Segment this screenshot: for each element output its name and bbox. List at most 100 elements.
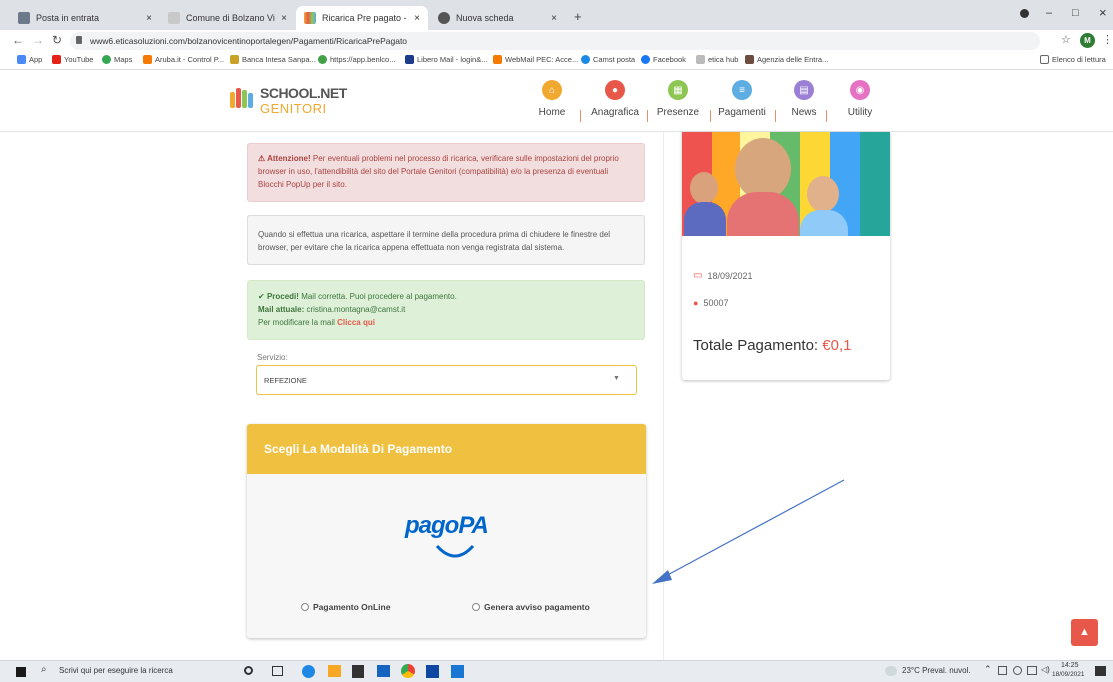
app-icon[interactable]: [426, 665, 439, 678]
logo-title[interactable]: SCHOOL.NET: [260, 85, 347, 101]
tab-label: Posta in entrata: [36, 13, 100, 23]
new-tab-button[interactable]: +: [574, 9, 582, 24]
nav-utility[interactable]: ◉ Utility: [827, 80, 893, 118]
payment-method-card: Scegli La Modalità Di Pagamento pagoPA P…: [247, 424, 646, 638]
outlook-icon[interactable]: [451, 665, 464, 678]
nav-home[interactable]: ⌂ Home: [519, 80, 585, 118]
total-payment: Totale Pagamento: €0,1: [693, 337, 852, 354]
menu-icon[interactable]: ⋮: [1102, 33, 1113, 46]
modify-mail-link[interactable]: Clicca qui: [337, 318, 375, 327]
maps-icon: [102, 55, 111, 64]
volume-icon[interactable]: ◁): [1041, 665, 1050, 674]
task-view-icon[interactable]: [272, 666, 283, 676]
scroll-top-button[interactable]: ▲: [1071, 619, 1098, 646]
home-icon: ⌂: [542, 80, 562, 100]
address-bar-row: ← → ↻ www6.eticasoluzioni.com/bolzanovic…: [0, 30, 1113, 52]
tab-comune[interactable]: Comune di Bolzano Vicentino - … ×: [160, 6, 295, 30]
close-tab-icon[interactable]: ×: [281, 13, 287, 24]
tab-nuova-scheda[interactable]: Nuova scheda ×: [430, 6, 565, 30]
bank-icon: [230, 55, 239, 64]
page-icon: [696, 55, 705, 64]
chrome-icon[interactable]: [401, 664, 415, 678]
close-window-button[interactable]: ×: [1099, 5, 1107, 20]
onedrive-icon[interactable]: [1013, 666, 1022, 675]
user-icon: ●: [605, 80, 625, 100]
warning-alert: ⚠ Attenzione! Per eventuali problemi nel…: [247, 143, 645, 202]
aruba-icon: [143, 55, 152, 64]
tab-ricarica[interactable]: Ricarica Pre pagato - BOLZANO ×: [296, 6, 428, 30]
cortana-icon[interactable]: [244, 666, 253, 675]
bookmark-benlco[interactable]: https://app.benlco...: [318, 55, 395, 64]
reading-list[interactable]: Elenco di lettura: [1040, 55, 1106, 64]
file-explorer-icon[interactable]: [328, 665, 341, 677]
payment-card-title: Scegli La Modalità Di Pagamento: [264, 442, 453, 456]
nav-presenze[interactable]: ▦ Presenze: [645, 80, 711, 118]
bookmark-facebook[interactable]: Facebook: [641, 55, 686, 64]
eye-icon: ◉: [850, 80, 870, 100]
maximize-button[interactable]: □: [1072, 7, 1079, 19]
info-alert: Quando si effettua una ricarica, aspetta…: [247, 215, 645, 265]
windows-start-icon[interactable]: [16, 667, 26, 677]
check-icon: ✔: [258, 292, 267, 301]
payment-icon: ≡: [732, 80, 752, 100]
radio-online[interactable]: [301, 603, 309, 611]
tab-posta[interactable]: Posta in entrata ×: [10, 6, 160, 30]
summary-date: ▭ 18/09/2021: [693, 270, 753, 281]
bookmark-app[interactable]: App: [17, 55, 42, 64]
clock-time[interactable]: 14:25: [1061, 662, 1079, 669]
close-tab-icon[interactable]: ×: [551, 13, 557, 24]
option-pagamento-online[interactable]: Pagamento OnLine: [301, 602, 390, 612]
warning-icon: ⚠: [258, 154, 268, 163]
tray-icon[interactable]: [998, 666, 1007, 675]
profile-avatar[interactable]: M: [1080, 33, 1095, 48]
weather-text[interactable]: 23°C Preval. nuvol.: [902, 666, 971, 675]
agenzia-icon: [745, 55, 754, 64]
children-photo: [682, 132, 890, 236]
record-icon: [1020, 9, 1029, 18]
bookmarks-bar: App YouTube Maps Aruba.it - Control P...…: [0, 52, 1113, 70]
nav-pagamenti[interactable]: ≡ Pagamenti: [709, 80, 775, 118]
tray-chevron-icon[interactable]: ⌃: [984, 664, 992, 675]
clock-date[interactable]: 18/09/2021: [1052, 671, 1085, 678]
nav-anagrafica[interactable]: ● Anagrafica: [582, 80, 648, 118]
bookmark-webmail[interactable]: WebMail PEC: Acce...: [493, 55, 578, 64]
star-icon[interactable]: ☆: [1061, 33, 1071, 46]
bookmark-libero[interactable]: Libero Mail - login&...: [405, 55, 487, 64]
close-tab-icon[interactable]: ×: [146, 13, 152, 24]
forward-icon[interactable]: →: [32, 33, 44, 47]
back-icon[interactable]: ←: [12, 33, 24, 47]
minimize-button[interactable]: –: [1046, 7, 1052, 19]
service-select[interactable]: REFEZIONE ▼: [256, 365, 637, 395]
bookmark-aruba[interactable]: Aruba.it - Control P...: [143, 55, 224, 64]
aruba-icon: [493, 55, 502, 64]
close-tab-icon[interactable]: ×: [414, 13, 420, 24]
edge-icon[interactable]: [302, 665, 315, 678]
bookmark-etica[interactable]: etica hub: [696, 55, 738, 64]
total-value: €0,1: [822, 337, 852, 354]
store-icon[interactable]: [352, 665, 364, 678]
notification-icon[interactable]: [1095, 666, 1106, 676]
radio-avviso[interactable]: [472, 603, 480, 611]
reload-icon[interactable]: ↻: [52, 33, 62, 47]
option-genera-avviso[interactable]: Genera avviso pagamento: [472, 602, 590, 612]
url-field[interactable]: www6.eticasoluzioni.com/bolzanovicentino…: [70, 32, 1040, 50]
windows-taskbar: ⌕ Scrivi qui per eseguire la ricerca 23°…: [0, 660, 1113, 682]
news-icon: ▤: [794, 80, 814, 100]
network-icon[interactable]: [1027, 666, 1037, 675]
calendar-icon: ▭: [693, 270, 703, 281]
search-icon: ⌕: [41, 664, 47, 675]
mail-icon[interactable]: [377, 665, 390, 677]
bookmark-agenzia[interactable]: Agenzia delle Entra...: [745, 55, 828, 64]
page-icon: [168, 12, 180, 24]
weather-icon: [885, 666, 897, 676]
reading-list-icon: [1040, 55, 1049, 64]
bookmark-maps[interactable]: Maps: [102, 55, 132, 64]
taskbar-search[interactable]: Scrivi qui per eseguire la ricerca: [59, 666, 173, 675]
bookmark-intesa[interactable]: Banca Intesa Sanpa...: [230, 55, 316, 64]
bookmark-youtube[interactable]: YouTube: [52, 55, 93, 64]
apps-icon: [17, 55, 26, 64]
globe-icon: [318, 55, 327, 64]
bookmark-camst[interactable]: Camst posta: [581, 55, 635, 64]
nav-separator: [580, 110, 581, 122]
youtube-icon: [52, 55, 61, 64]
